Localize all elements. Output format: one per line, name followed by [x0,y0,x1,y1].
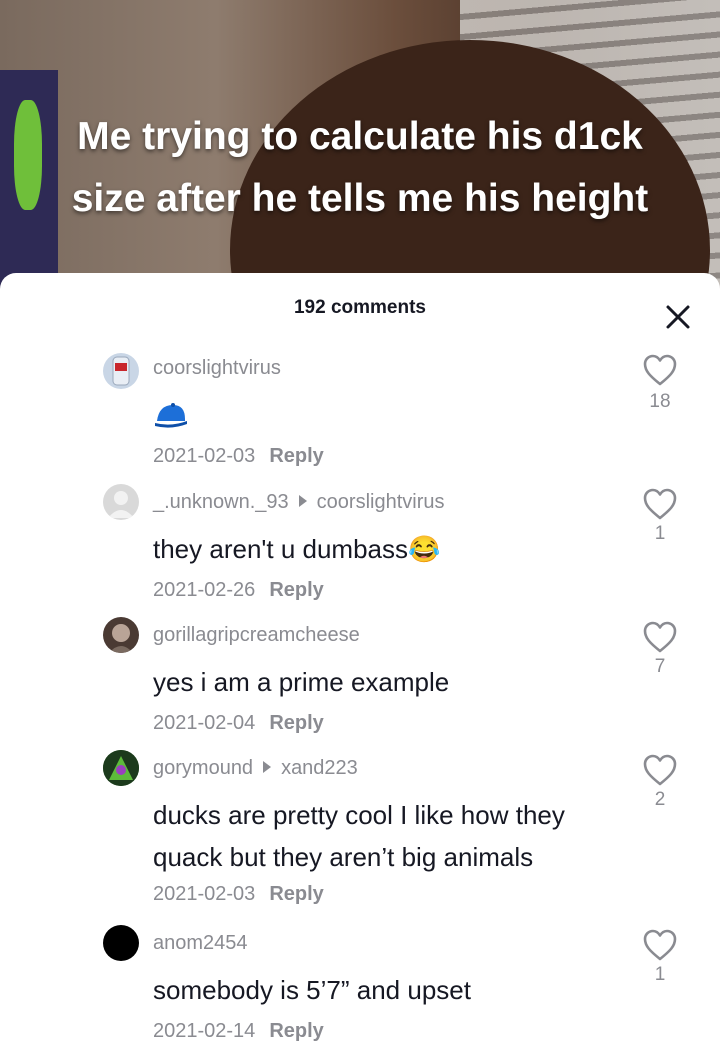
comment-meta: 2021-02-04 Reply [153,712,324,735]
video-caption: Me trying to calculate his d1ck size aft… [71,115,649,220]
comment-author[interactable]: _.unknown._93 [153,491,289,513]
comment-text: they aren't u dumbass😂 [153,534,441,564]
comments-panel: 192 comments coorslightvirus 2021-02-03 R… [0,273,720,1048]
cap-emoji [155,403,187,428]
comment-username[interactable]: coorslightvirus [153,357,281,380]
reply-arrow-icon [263,761,272,773]
like-count: 1 [654,523,666,544]
comment-date: 2021-02-26 [153,579,256,601]
avatar[interactable] [103,353,139,389]
heart-icon[interactable] [642,928,678,962]
comment-meta: 2021-02-03 Reply [153,883,324,906]
comment-date: 2021-02-03 [153,445,256,467]
comment-text: yes i am a prime example [153,667,450,697]
comment-meta: 2021-02-03 Reply [153,445,324,468]
comment-username[interactable]: _.unknown._93 coorslightvirus [153,491,445,514]
comment-username[interactable]: gorymound xand223 [153,757,358,780]
comments-header: 192 comments [0,273,720,343]
comment-date: 2021-02-14 [153,1020,256,1042]
reply-button[interactable]: Reply [269,883,323,905]
comment-count: 192 comments [293,297,426,318]
comment-meta: 2021-02-26 Reply [153,579,324,602]
avatar[interactable] [103,925,139,961]
comment-username[interactable]: gorillagripcreamcheese [153,624,360,647]
comment-item: gorymound xand223 ducks are pretty cool I… [0,749,720,909]
comment-text: ducks are pretty cool I like how they qu… [153,800,565,872]
avatar[interactable] [103,750,139,786]
like-count: 18 [649,391,671,412]
comment-item: anom2454 somebody is 5’7” and upset 2021… [0,924,720,1048]
reply-to-user[interactable]: coorslightvirus [317,491,445,513]
comment-meta: 2021-02-14 Reply [153,1020,324,1043]
reply-to-user[interactable]: xand223 [281,757,358,779]
heart-icon[interactable] [642,753,678,787]
reply-button[interactable]: Reply [269,1020,323,1042]
heart-icon[interactable] [642,487,678,521]
heart-icon[interactable] [642,620,678,654]
like-count: 1 [654,964,666,985]
comment-text: somebody is 5’7” and upset [153,975,471,1005]
reply-button[interactable]: Reply [269,712,323,734]
reply-button[interactable]: Reply [269,579,323,601]
video-background: Me trying to calculate his d1ck size aft… [0,0,720,300]
heart-icon[interactable] [642,353,678,387]
comment-date: 2021-02-04 [153,712,256,734]
reply-arrow-icon [298,495,307,507]
like-count: 7 [654,656,666,677]
comment-date: 2021-02-03 [153,883,256,905]
avatar[interactable] [103,617,139,653]
like-count: 2 [654,789,666,810]
avatar[interactable] [103,484,139,520]
poster-decoration [0,70,58,300]
reply-button[interactable]: Reply [269,445,323,467]
comment-item: coorslightvirus 2021-02-03 Reply 18 [0,349,720,469]
comment-text [153,393,189,435]
comment-item: gorillagripcreamcheese yes i am a prime … [0,616,720,736]
comment-author[interactable]: gorymound [153,757,253,779]
close-icon[interactable] [660,299,696,335]
comment-item: _.unknown._93 coorslightvirus they aren't… [0,483,720,603]
comment-username[interactable]: anom2454 [153,932,248,955]
